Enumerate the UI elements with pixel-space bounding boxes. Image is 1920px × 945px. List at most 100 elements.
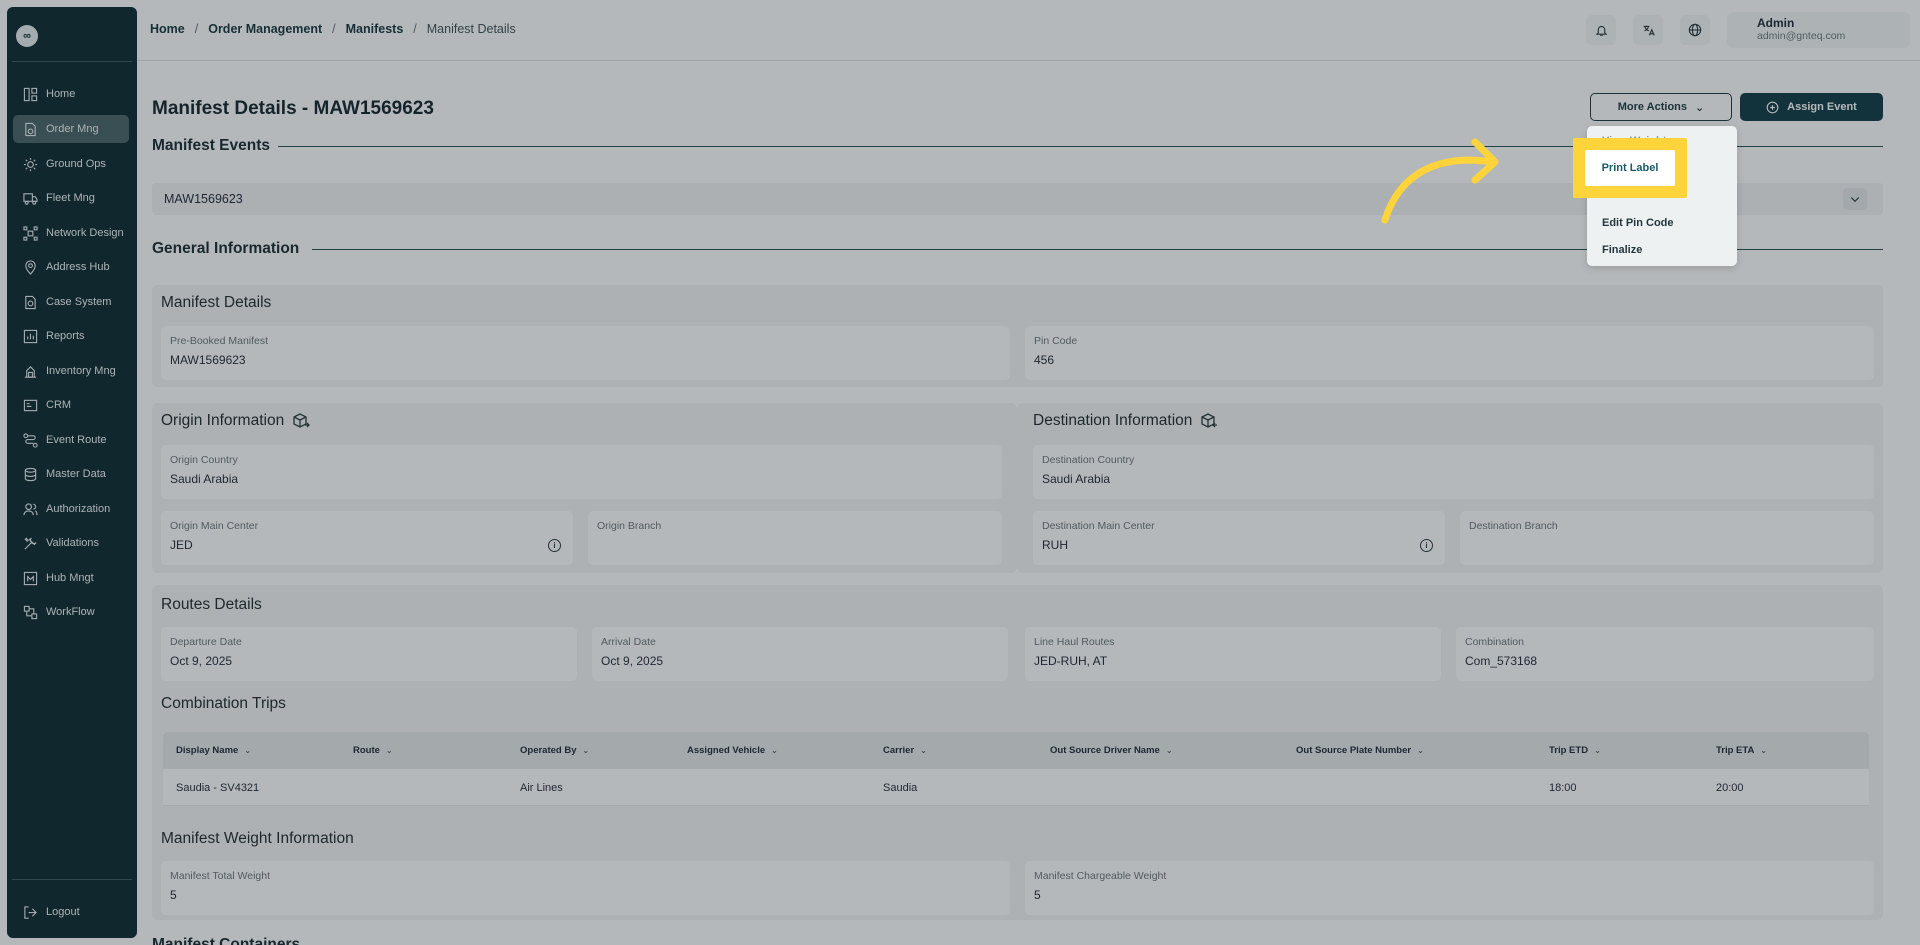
assign-event-button[interactable]: Assign Event <box>1740 93 1883 121</box>
sidebar-item-event-route[interactable]: Event Route <box>13 426 129 454</box>
case-icon <box>23 295 38 310</box>
sidebar-item-validations[interactable]: Validations <box>13 529 129 557</box>
sidebar-item-master-data[interactable]: Master Data <box>13 460 129 488</box>
sidebar-item-reports[interactable]: Reports <box>13 322 129 350</box>
field-value: Oct 9, 2025 <box>601 654 664 668</box>
sidebar-item-crm[interactable]: CRM <box>13 391 129 419</box>
column-label: Operated By <box>520 745 577 756</box>
column-label: Trip ETA <box>1716 745 1755 756</box>
sidebar-item-address-hub[interactable]: Address Hub <box>13 253 129 281</box>
breadcrumb-separator: / <box>332 22 336 36</box>
location-icon <box>23 259 38 275</box>
sidebar-item-label: Validations <box>46 537 99 549</box>
column-header-carrier[interactable]: Carrier ⌄ <box>883 745 927 756</box>
sidebar-item-home[interactable]: Home <box>13 80 129 108</box>
pin-code-field: Pin Code 456 <box>1025 326 1874 380</box>
arrival-date-field: Arrival Date Oct 9, 2025 <box>592 627 1008 681</box>
user-menu[interactable]: Admin admin@gnteq.com <box>1727 12 1910 48</box>
column-label: Route <box>353 745 380 756</box>
menu-item-print-label[interactable]: Print Label <box>1585 150 1675 186</box>
breadcrumb-current: Manifest Details <box>426 22 516 36</box>
truck-icon <box>23 191 38 206</box>
routes-details-title: Routes Details <box>161 596 262 613</box>
sort-icon: ⌄ <box>1165 746 1173 755</box>
sidebar-item-hub-mngt[interactable]: Hub Mngt <box>13 564 129 592</box>
origin-main-center-field: Origin Main Center JED i <box>161 511 573 565</box>
dashboard-icon <box>23 87 38 102</box>
breadcrumb-separator: / <box>194 22 199 36</box>
sidebar-item-ground-ops[interactable]: Ground Ops <box>13 150 129 178</box>
chevron-down-icon <box>1850 197 1860 203</box>
inventory-icon <box>23 364 38 379</box>
users-icon <box>23 502 38 517</box>
menu-item-edit-pin-code[interactable]: Edit Pin Code <box>1602 217 1674 229</box>
sidebar-divider <box>12 879 132 880</box>
column-label: Assigned Vehicle <box>687 745 766 756</box>
column-header-route[interactable]: Route ⌄ <box>353 745 393 756</box>
destination-country-field: Destination Country Saudi Arabia <box>1033 445 1874 499</box>
column-header-driver-name[interactable]: Out Source Driver Name ⌄ <box>1050 745 1173 756</box>
breadcrumb-separator: / <box>413 22 417 36</box>
package-in-icon <box>1201 413 1218 428</box>
field-value: Saudi Arabia <box>170 472 239 486</box>
combination-trips-table: Display Name ⌄ Route ⌄ Operated By ⌄ Assign… <box>163 732 1869 806</box>
info-icon[interactable]: i <box>548 539 561 552</box>
field-label: Pre-Booked Manifest <box>170 335 269 347</box>
user-name: Admin <box>1757 16 1795 30</box>
top-bar: Home / Order Management / Manifests / Ma… <box>137 0 1920 61</box>
info-icon[interactable]: i <box>1420 539 1433 552</box>
breadcrumb-home[interactable]: Home <box>150 22 185 36</box>
sidebar-item-label: CRM <box>46 399 72 411</box>
translate-button[interactable] <box>1633 15 1663 45</box>
field-value: MAW1569623 <box>170 353 246 367</box>
sidebar-item-fleet-mng[interactable]: Fleet Mng <box>13 184 129 212</box>
sidebar-item-label: WorkFlow <box>46 606 95 618</box>
sidebar-item-order-mng[interactable]: Order Mng <box>13 115 129 143</box>
field-value: Com_573168 <box>1465 654 1538 668</box>
logout-label: Logout <box>46 906 80 918</box>
table-row[interactable]: Saudia - SV4321 Air Lines Saudia 18:00 2… <box>163 769 1869 806</box>
sidebar-item-case-system[interactable]: Case System <box>13 288 129 316</box>
origin-branch-field: Origin Branch <box>588 511 1002 565</box>
combination-field: Combination Com_573168 <box>1456 627 1874 681</box>
assign-event-icon <box>1766 101 1779 113</box>
notifications-button[interactable] <box>1586 15 1616 45</box>
departure-date-field: Departure Date Oct 9, 2025 <box>161 627 577 681</box>
column-header-operated-by[interactable]: Operated By ⌄ <box>520 745 589 756</box>
destination-main-center-field: Destination Main Center RUH i <box>1033 511 1445 565</box>
column-header-trip-eta[interactable]: Trip ETA ⌄ <box>1716 745 1767 756</box>
sort-icon: ⌄ <box>1417 746 1424 755</box>
field-label: Manifest Total Weight <box>170 870 270 882</box>
total-weight-field: Manifest Total Weight 5 <box>161 861 1010 915</box>
manifest-details-title: Manifest Details <box>161 294 272 311</box>
field-value: 456 <box>1034 353 1055 367</box>
breadcrumb: Home / Order Management / Manifests / Ma… <box>150 22 516 36</box>
report-icon <box>23 329 38 344</box>
line-haul-routes-field: Line Haul Routes JED-RUH, AT <box>1025 627 1441 681</box>
pointer-arrow-icon <box>1381 138 1499 224</box>
sidebar-item-authorization[interactable]: Authorization <box>13 495 129 523</box>
breadcrumb-manifests[interactable]: Manifests <box>346 22 404 36</box>
language-button[interactable] <box>1680 15 1710 45</box>
logout-button[interactable]: Logout <box>13 898 129 926</box>
sidebar-item-label: Address Hub <box>46 261 110 273</box>
breadcrumb-order-management[interactable]: Order Management <box>208 22 322 36</box>
column-header-display-name[interactable]: Display Name ⌄ <box>176 745 251 756</box>
menu-item-finalize[interactable]: Finalize <box>1602 244 1642 256</box>
column-header-plate-number[interactable]: Out Source Plate Number ⌄ <box>1296 745 1424 756</box>
expand-events-button[interactable] <box>1843 188 1867 210</box>
sidebar-item-network-design[interactable]: Network Design <box>13 219 129 247</box>
more-actions-button[interactable]: More Actions ⌄ <box>1590 93 1732 121</box>
sidebar-item-inventory-mng[interactable]: Inventory Mng <box>13 357 129 385</box>
destination-title-text: Destination Information <box>1033 412 1193 429</box>
column-label: Out Source Plate Number <box>1296 745 1412 756</box>
sidebar-item-label: Reports <box>46 330 85 342</box>
workflow-icon <box>23 605 38 620</box>
sort-icon: ⌄ <box>1594 746 1601 755</box>
column-header-trip-etd[interactable]: Trip ETD ⌄ <box>1549 745 1601 756</box>
column-header-assigned-vehicle[interactable]: Assigned Vehicle ⌄ <box>687 745 778 756</box>
app-logo[interactable]: ∞ <box>16 25 38 47</box>
sidebar-item-workflow[interactable]: WorkFlow <box>13 598 129 626</box>
field-label: Line Haul Routes <box>1034 636 1115 648</box>
field-value: Oct 9, 2025 <box>170 654 233 668</box>
